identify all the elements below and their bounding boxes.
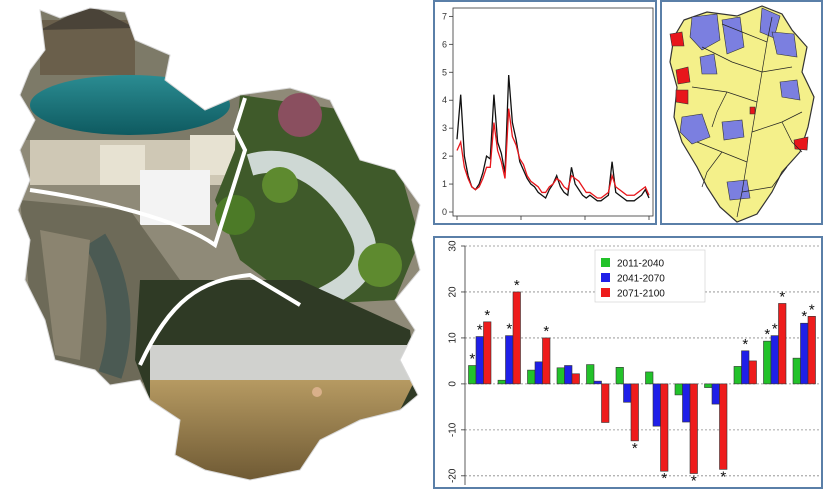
legend-swatch-green bbox=[601, 258, 610, 267]
bar-green-6 bbox=[615, 367, 624, 385]
bar-green-2 bbox=[497, 379, 506, 385]
bar-blue-10 bbox=[741, 350, 750, 385]
bar-red-8 bbox=[689, 383, 698, 474]
legend-label-red: 2071-2100 bbox=[617, 289, 665, 300]
bar-blue-6 bbox=[623, 383, 632, 403]
legend-label-blue: 2041-2070 bbox=[617, 274, 665, 285]
bar-red-5 bbox=[601, 383, 610, 423]
bar-green-1 bbox=[468, 365, 477, 385]
photo-collage bbox=[0, 0, 432, 489]
bar-blue-9 bbox=[711, 383, 720, 405]
line-y-tick-label: 5 bbox=[442, 67, 447, 77]
bar-green-12 bbox=[792, 357, 801, 385]
bar-y-tick-label: 20 bbox=[448, 286, 459, 298]
bar-red-9 bbox=[719, 383, 728, 470]
bar-green-8 bbox=[674, 383, 683, 396]
significance-star: * bbox=[632, 440, 638, 457]
significance-star: * bbox=[801, 308, 807, 325]
bar-blue-7 bbox=[652, 383, 661, 427]
significance-star: * bbox=[772, 321, 778, 338]
projected-change-bar-chart: * * * * * * * * * * * * * * * * -20 -10 0 10 20 30 2011-2040… bbox=[433, 236, 823, 489]
line-y-tick-label: 7 bbox=[442, 11, 447, 21]
bar-chart-bars bbox=[468, 291, 816, 474]
bar-y-tick-label: 10 bbox=[448, 332, 459, 344]
bar-green-11 bbox=[763, 340, 772, 385]
line-y-tick-label: 0 bbox=[442, 207, 447, 217]
bar-red-3 bbox=[542, 337, 551, 385]
bar-chart-svg: *** ********* * *** -20-100102030 2011-2040… bbox=[448, 240, 819, 487]
bar-y-tick-label: -10 bbox=[448, 422, 459, 437]
observed-series-line bbox=[456, 75, 650, 202]
catchment-map-svg bbox=[669, 5, 815, 223]
bar-chart-legend: 2011-2040 2041-2070 2071-2100 bbox=[594, 249, 706, 303]
bar-red-6 bbox=[630, 383, 639, 442]
bar-green-5 bbox=[586, 364, 595, 385]
bar-green-10 bbox=[733, 366, 742, 385]
bar-blue-4 bbox=[564, 365, 573, 385]
bar-red-2 bbox=[512, 291, 521, 385]
bar-red-7 bbox=[660, 383, 669, 472]
significance-star: * bbox=[514, 277, 520, 294]
bar-blue-1 bbox=[475, 336, 484, 385]
bar-chart-axis: -20 -10 0 10 20 30 bbox=[448, 240, 466, 485]
line-chart-svg: 0 1 2 3 4 5 6 7 bbox=[442, 7, 654, 220]
line-y-tick-label: 3 bbox=[442, 123, 447, 133]
significance-star: * bbox=[691, 473, 697, 487]
significance-star: * bbox=[720, 468, 726, 485]
significance-star: * bbox=[477, 322, 483, 339]
line-y-tick-label: 4 bbox=[442, 95, 447, 105]
bar-blue-2 bbox=[505, 335, 514, 385]
line-y-tick-label: 6 bbox=[442, 39, 447, 49]
significance-star: * bbox=[661, 470, 667, 487]
significance-stars: *** ********* * *** bbox=[469, 277, 815, 487]
line-y-tick-label: 1 bbox=[442, 179, 447, 189]
significance-star: * bbox=[543, 323, 549, 340]
bar-red-1 bbox=[483, 321, 492, 385]
bar-red-4 bbox=[571, 373, 580, 385]
legend-swatch-red bbox=[601, 288, 610, 297]
bar-red-12 bbox=[807, 316, 816, 385]
bar-blue-8 bbox=[682, 383, 691, 423]
line-y-tick-label: 2 bbox=[442, 151, 447, 161]
significance-star: * bbox=[809, 301, 815, 318]
bar-red-11 bbox=[778, 303, 787, 385]
bar-y-tick-label: 30 bbox=[448, 240, 459, 252]
bar-green-4 bbox=[556, 367, 565, 385]
significance-star: * bbox=[779, 288, 785, 305]
bar-blue-12 bbox=[800, 322, 809, 385]
significance-star: * bbox=[764, 326, 770, 343]
bar-blue-5 bbox=[593, 380, 602, 385]
bar-y-tick-label: 0 bbox=[448, 381, 459, 387]
region-photo-collage bbox=[17, 7, 421, 481]
catchment-map bbox=[660, 0, 823, 225]
significance-star: * bbox=[469, 351, 475, 368]
simulated-series-line bbox=[456, 108, 650, 199]
legend-swatch-blue bbox=[601, 273, 610, 282]
bar-red-10 bbox=[748, 360, 757, 385]
significance-star: * bbox=[484, 307, 490, 324]
bar-green-3 bbox=[527, 369, 536, 385]
significance-star: * bbox=[742, 336, 748, 353]
legend-label-green: 2011-2040 bbox=[617, 259, 665, 270]
line-chart-series bbox=[456, 75, 650, 202]
bar-blue-3 bbox=[534, 361, 543, 385]
significance-star: * bbox=[506, 321, 512, 338]
bar-green-9 bbox=[704, 383, 713, 388]
bar-y-tick-label: -20 bbox=[448, 468, 459, 483]
bar-green-7 bbox=[645, 371, 654, 385]
discharge-line-chart: 0 1 2 3 4 5 6 7 bbox=[433, 0, 657, 225]
bar-blue-11 bbox=[770, 335, 779, 385]
